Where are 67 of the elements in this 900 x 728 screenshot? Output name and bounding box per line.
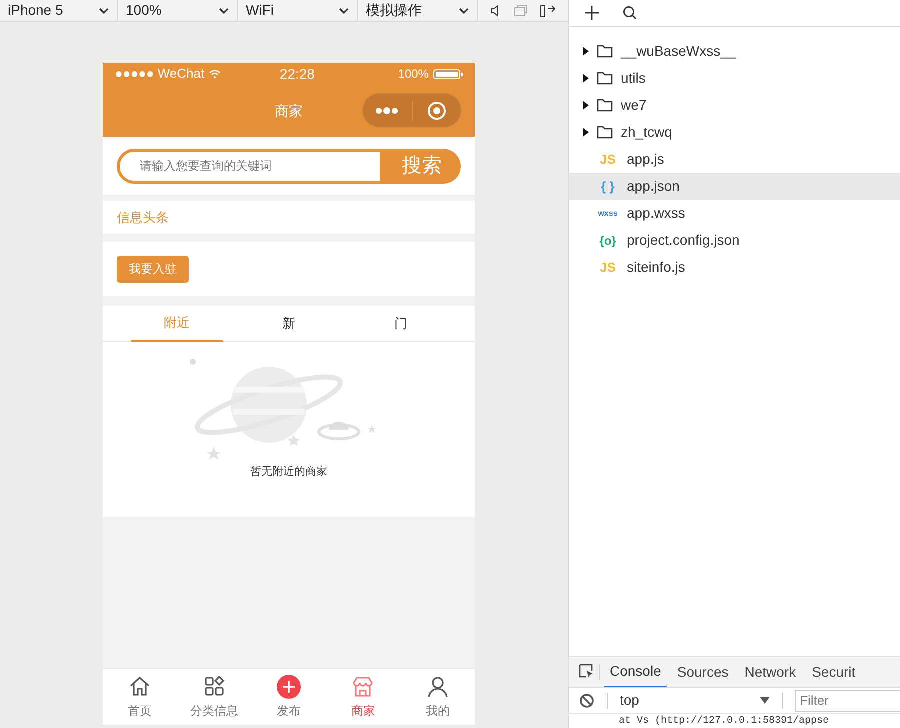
tree-item[interactable]: __wuBaseWxss__: [569, 38, 900, 65]
empty-message: 暂无附近的商家: [250, 464, 328, 480]
page-title: 商家: [275, 102, 303, 120]
devtools-tab[interactable]: Console: [604, 657, 668, 687]
tree-item[interactable]: { } app.json: [569, 173, 900, 200]
wifi-icon: [208, 70, 221, 78]
tree-item[interactable]: JS siteinfo.js: [569, 254, 900, 281]
plus-icon[interactable]: [585, 6, 599, 20]
tree-item[interactable]: zh_tcwq: [569, 119, 900, 146]
filter-field[interactable]: Filter: [795, 690, 900, 712]
tree-item[interactable]: wxss app.wxss: [569, 200, 900, 227]
chevron-down-icon: [339, 8, 349, 14]
console-line: at Vs (http://127.0.0.1:58391/appse: [619, 714, 830, 728]
tab[interactable]: 门: [394, 306, 408, 342]
expand-arrow-icon: [583, 128, 589, 137]
record-icon: [426, 100, 447, 120]
tree-item[interactable]: JS app.js: [569, 146, 900, 173]
tabbar-item[interactable]: 分类信息: [177, 669, 252, 725]
tabbar-item[interactable]: 首页: [103, 669, 178, 725]
search-icon[interactable]: [623, 6, 637, 20]
tab[interactable]: 新: [282, 306, 296, 342]
headline-label: 信息头条: [117, 208, 169, 227]
person-icon: [426, 674, 450, 698]
folder-icon: [597, 126, 613, 139]
dropdown[interactable]: WiFi: [238, 0, 358, 21]
expand-arrow-icon: [583, 47, 589, 56]
chevron-down-icon: [99, 8, 109, 14]
tabbar-item[interactable]: 商家: [326, 669, 401, 725]
devtools-tab[interactable]: Sources: [671, 657, 735, 687]
tree-item[interactable]: utils: [569, 65, 900, 92]
chevron-down-icon: [459, 8, 469, 14]
exit-icon[interactable]: [540, 4, 556, 18]
storefront-icon: [351, 674, 376, 698]
folder-icon: [597, 99, 613, 112]
devtools-tab[interactable]: Network: [738, 657, 802, 687]
chevron-down-icon: [219, 8, 229, 14]
battery-icon: [432, 68, 463, 80]
dropdown[interactable]: 模拟操作: [358, 0, 478, 21]
clear-icon[interactable]: [579, 692, 595, 708]
devtools-tab[interactable]: Securit: [806, 657, 862, 687]
carrier-text: ●●●●● WeChat: [115, 65, 205, 84]
caret-down-icon: [760, 697, 770, 704]
dropdown[interactable]: 100%: [118, 0, 238, 21]
file-type-label: JS: [599, 150, 617, 169]
tabbar-item[interactable]: 发布: [252, 669, 326, 725]
folder-icon: [597, 45, 613, 58]
clock-text: 22:28: [280, 64, 315, 84]
folder-icon: [597, 72, 613, 85]
inspect-icon[interactable]: [579, 664, 595, 680]
file-type-label: { }: [600, 178, 616, 196]
context-select[interactable]: top: [620, 690, 770, 711]
tree-item[interactable]: we7: [569, 92, 900, 119]
house-icon: [128, 674, 152, 698]
grid-icon: [202, 674, 227, 698]
file-type-label: JS: [599, 258, 617, 277]
tree-item[interactable]: {o} project.config.json: [569, 227, 900, 254]
dropdown[interactable]: iPhone 5: [0, 0, 118, 21]
battery-text: 100%: [398, 66, 429, 83]
expand-arrow-icon: [583, 101, 589, 110]
capsule-button[interactable]: [362, 93, 462, 128]
expand-arrow-icon: [583, 74, 589, 83]
file-type-label: wxss: [597, 208, 619, 220]
search-field[interactable]: 请输入您要查询的关键词: [117, 148, 383, 184]
file-type-label: {o}: [598, 232, 618, 250]
tabbar-item[interactable]: 我的: [400, 669, 476, 725]
plus-circle-icon: [277, 674, 302, 698]
more-icon: [375, 106, 400, 114]
